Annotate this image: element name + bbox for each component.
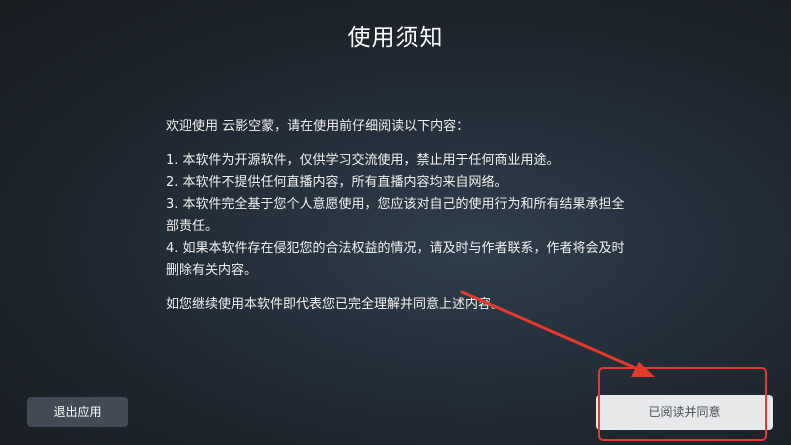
notice-item-4: 4. 如果本软件存在侵犯您的合法权益的情况，请及时与作者联系，作者将会及时删除有… [166, 241, 625, 278]
notice-closing: 如您继续使用本软件即代表您已完全理解并同意上述内容。 [166, 297, 505, 312]
notice-item-1: 1. 本软件为开源软件，仅供学习交流使用，禁止用于任何商业用途。 [166, 153, 560, 168]
exit-app-button[interactable]: 退出应用 [27, 397, 128, 427]
page-title: 使用须知 [347, 25, 444, 51]
notice-item-2: 2. 本软件不提供任何直播内容，所有直播内容均来自网络。 [166, 175, 508, 190]
highlight-box [598, 367, 767, 441]
notice-item-3: 3. 本软件完全基于您个人意愿使用，您应该对自己的使用行为和所有结果承担全部责任… [166, 197, 625, 234]
notice-intro: 欢迎使用 云影空蒙，请在使用前仔细阅读以下内容： [166, 119, 470, 134]
notice-text: 欢迎使用 云影空蒙，请在使用前仔细阅读以下内容： 1. 本软件为开源软件，仅供学… [166, 116, 636, 316]
